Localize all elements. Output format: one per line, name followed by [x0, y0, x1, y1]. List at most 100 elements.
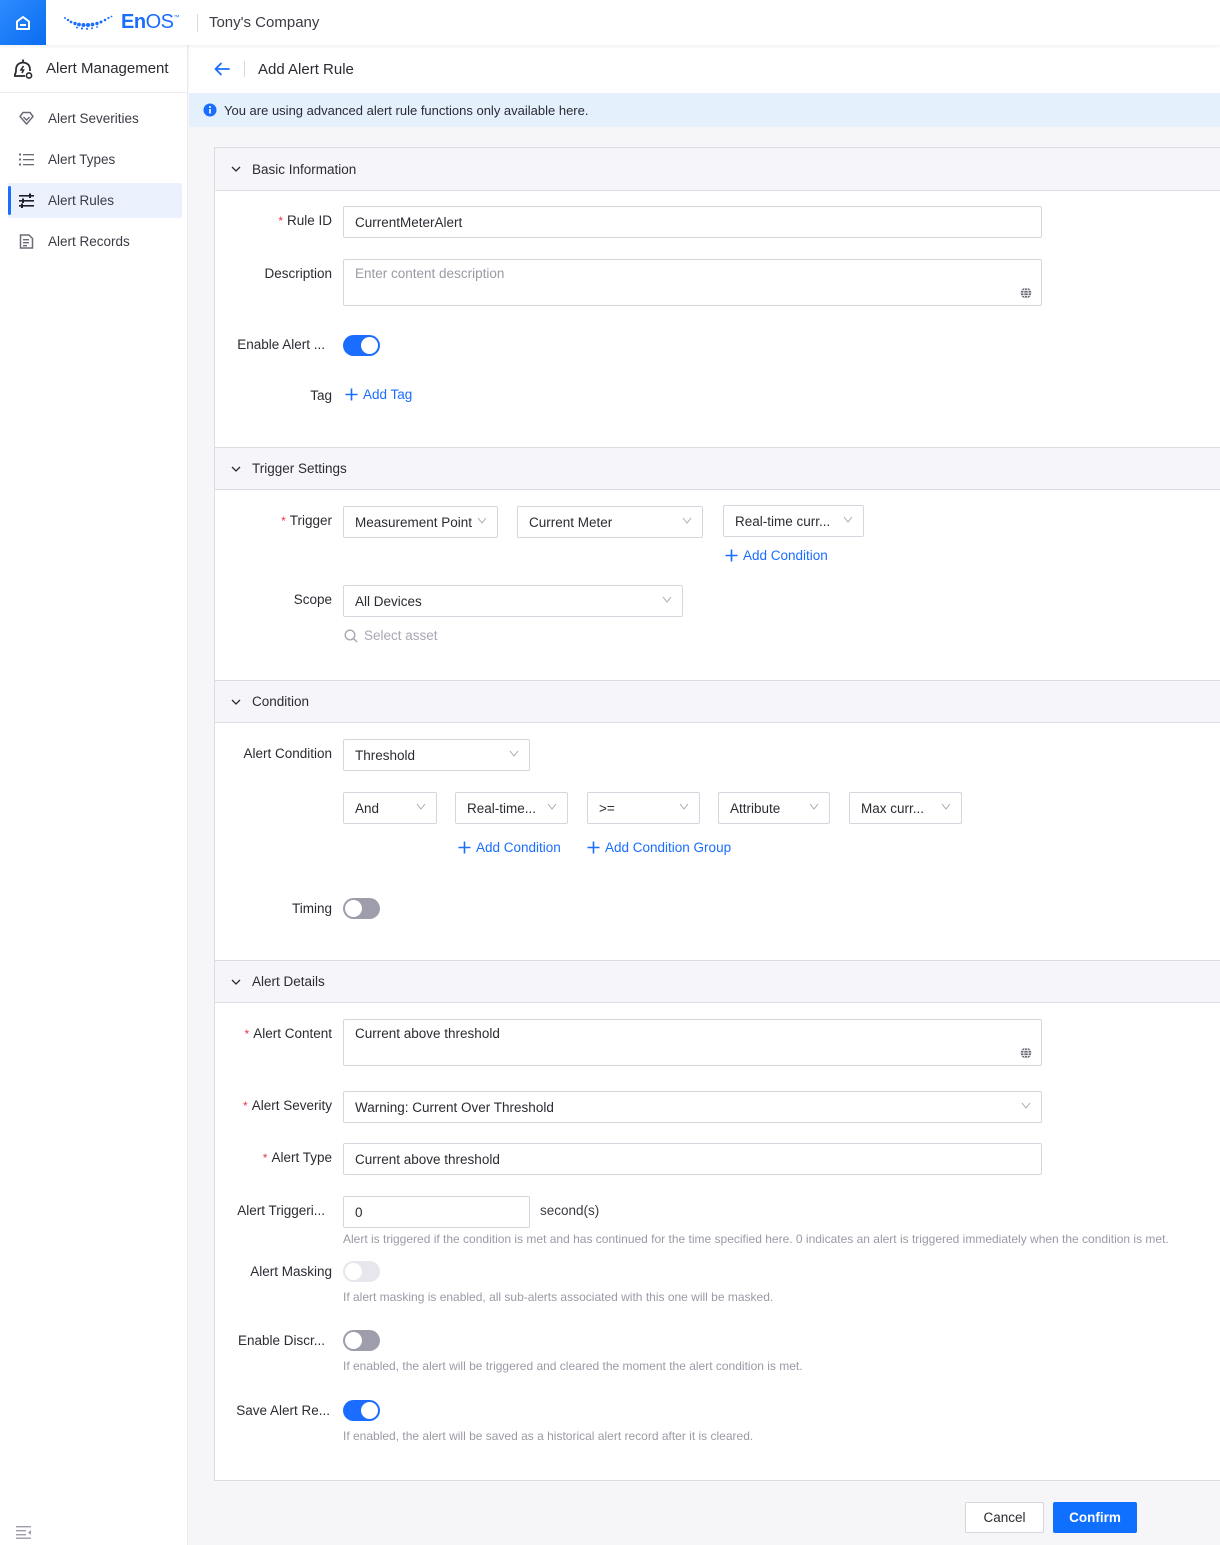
notice-text: You are using advanced alert rule functi… — [224, 102, 589, 118]
scope-select[interactable]: All Devices — [343, 585, 683, 617]
chevron-down-icon — [231, 166, 241, 172]
required-mark: * — [262, 1151, 268, 1165]
alert-type-input[interactable]: Current above threshold — [343, 1143, 1042, 1175]
condition-right-operand-select[interactable]: Max curr... — [849, 792, 962, 824]
chevron-down-icon — [231, 466, 241, 472]
document-icon — [19, 234, 34, 249]
alert-condition-label: Alert Condition — [243, 746, 332, 761]
required-mark: * — [244, 1027, 250, 1041]
sidebar-collapse-button[interactable] — [16, 1525, 32, 1542]
enable-alert-toggle[interactable] — [343, 335, 380, 356]
plus-icon — [725, 549, 738, 562]
diamond-icon — [19, 111, 34, 125]
condition-logic-select[interactable]: And — [343, 792, 437, 824]
top-bar: EnOS™ Tony's Company — [0, 0, 1220, 45]
condition-right-type-select[interactable]: Attribute — [718, 792, 830, 824]
sidebar-item-alert-rules[interactable]: Alert Rules — [8, 183, 182, 218]
sidebar-item-label: Alert Types — [48, 152, 116, 167]
plus-icon — [345, 388, 358, 401]
add-condition-group-button[interactable]: Add Condition Group — [587, 840, 731, 855]
list-icon — [19, 153, 34, 166]
page-title: Add Alert Rule — [258, 60, 354, 78]
chevron-down-icon — [509, 750, 519, 757]
sidebar-item-alert-types[interactable]: Alert Types — [8, 142, 182, 177]
cancel-button[interactable]: Cancel — [965, 1502, 1044, 1533]
rule-id-input[interactable]: CurrentMeterAlert — [343, 206, 1042, 238]
condition-left-operand-select[interactable]: Real-time... — [455, 792, 568, 824]
chevron-down-icon — [416, 803, 426, 810]
confirm-button[interactable]: Confirm — [1053, 1502, 1137, 1533]
discrete-hint: If enabled, the alert will be triggered … — [343, 1359, 803, 1373]
alert-triggering-label: Alert Triggeri... — [237, 1203, 325, 1218]
sidebar-item-alert-severities[interactable]: Alert Severities — [8, 101, 182, 136]
home-icon — [16, 15, 30, 30]
rule-id-label: * Rule ID — [278, 213, 332, 228]
condition-add-condition-button[interactable]: Add Condition — [458, 840, 561, 855]
enable-discrete-toggle[interactable] — [343, 1330, 380, 1351]
condition-operator-select[interactable]: >= — [587, 792, 700, 824]
globe-icon[interactable] — [1020, 287, 1032, 299]
sidebar-item-alert-records[interactable]: Alert Records — [8, 224, 182, 259]
enable-alert-label: Enable Alert ... — [237, 337, 325, 352]
sidebar-item-label: Alert Rules — [48, 193, 115, 208]
chevron-down-icon — [231, 979, 241, 985]
toggle-knob — [361, 1402, 378, 1419]
section-basic-information[interactable]: Basic Information — [215, 148, 1220, 191]
save-alert-record-toggle[interactable] — [343, 1400, 380, 1421]
required-mark: * — [243, 1099, 248, 1113]
alert-condition-select[interactable]: Threshold — [343, 739, 530, 771]
trigger-model-select[interactable]: Current Meter — [517, 506, 703, 538]
toggle-knob — [345, 900, 362, 917]
trigger-label: * Trigger — [281, 513, 332, 528]
alert-triggering-input[interactable]: 0 — [343, 1196, 530, 1228]
description-input[interactable]: Enter content description — [343, 259, 1042, 306]
alert-masking-label: Alert Masking — [250, 1264, 332, 1279]
trigger-type-select[interactable]: Measurement Point — [343, 506, 498, 538]
chevron-down-icon — [231, 699, 241, 705]
section-alert-details[interactable]: Alert Details — [215, 960, 1220, 1003]
section-title: Condition — [252, 694, 310, 709]
alert-content-input[interactable]: Current above threshold — [343, 1019, 1042, 1066]
alert-severity-label: * Alert Severity — [243, 1098, 332, 1113]
tag-label: Tag — [310, 388, 332, 403]
collapse-menu-icon — [16, 1526, 31, 1539]
alert-type-label: * Alert Type — [262, 1150, 332, 1165]
logo-dots-icon — [64, 15, 113, 30]
select-asset-search[interactable]: Select asset — [344, 628, 438, 643]
description-label: Description — [264, 266, 332, 281]
toggle-knob — [345, 1332, 362, 1349]
chevron-down-icon — [1021, 1102, 1031, 1109]
trigger-point-select[interactable]: Real-time curr... — [723, 505, 864, 537]
enos-logo[interactable]: EnOS™ — [63, 0, 179, 45]
chevron-down-icon — [679, 803, 689, 810]
sidebar-title: Alert Management — [46, 60, 169, 77]
page-header: Add Alert Rule — [189, 45, 1220, 93]
topbar-divider — [196, 13, 198, 32]
section-trigger-settings[interactable]: Trigger Settings — [215, 447, 1220, 490]
back-button[interactable] — [213, 61, 231, 77]
section-title: Alert Details — [252, 974, 325, 989]
trigger-add-condition-button[interactable]: Add Condition — [725, 548, 828, 563]
description-placeholder: Enter content description — [355, 266, 505, 281]
chevron-down-icon — [843, 516, 853, 523]
home-button[interactable] — [0, 0, 46, 45]
sliders-icon — [19, 193, 34, 208]
globe-icon[interactable] — [1020, 1047, 1032, 1059]
save-record-hint: If enabled, the alert will be saved as a… — [343, 1429, 754, 1443]
chevron-down-icon — [941, 803, 951, 810]
alert-severity-select[interactable]: Warning: Current Over Threshold — [343, 1091, 1042, 1123]
search-icon — [344, 628, 358, 642]
timing-toggle[interactable] — [343, 898, 380, 919]
sidebar-header: Alert Management — [0, 45, 187, 93]
section-condition[interactable]: Condition — [215, 680, 1220, 723]
chevron-down-icon — [662, 596, 672, 603]
chevron-down-icon — [547, 803, 557, 810]
add-tag-button[interactable]: Add Tag — [345, 387, 412, 402]
enable-discrete-label: Enable Discr... — [237, 1333, 325, 1348]
company-name[interactable]: Tony's Company — [209, 14, 319, 31]
toggle-knob — [361, 337, 378, 354]
info-icon — [203, 103, 217, 117]
sidebar: Alert Management Alert Severities Alert … — [0, 45, 188, 1545]
required-mark: * — [281, 514, 286, 528]
alert-masking-toggle[interactable] — [343, 1261, 380, 1282]
